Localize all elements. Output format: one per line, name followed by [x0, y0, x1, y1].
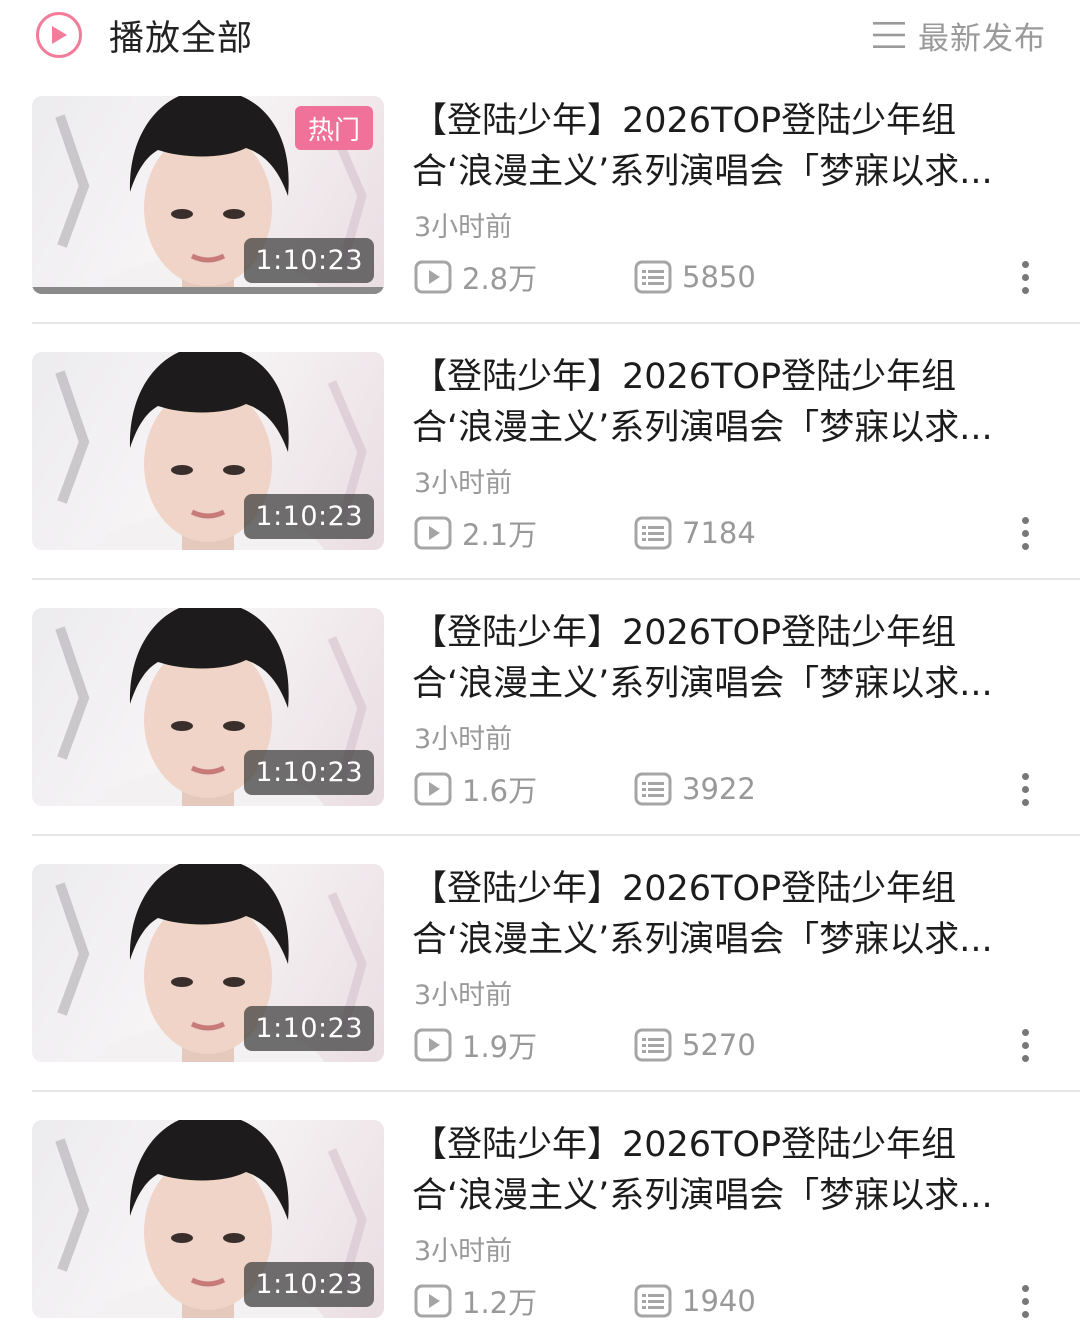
duration-badge: 1:10:23: [244, 494, 374, 539]
video-title-line-2: 合‘浪漫主义’系列演唱会「梦寐以求...: [412, 920, 993, 960]
danmaku-icon: [634, 1284, 672, 1318]
hot-badge: 热门: [295, 106, 373, 150]
more-vertical-icon[interactable]: [1008, 1025, 1042, 1065]
divider: [32, 322, 1080, 324]
danmaku-icon: [634, 772, 672, 806]
video-title-line-2: 合‘浪漫主义’系列演唱会「梦寐以求...: [412, 1176, 993, 1216]
more-vertical-icon[interactable]: [1008, 1281, 1042, 1321]
view-count: 1.9万: [414, 1025, 537, 1065]
play-all-label: 播放全部: [109, 18, 254, 59]
video-thumbnail[interactable]: 1:10:23: [32, 1120, 384, 1318]
list-lines-icon: [873, 22, 905, 48]
danmaku-count-value: 1940: [682, 1284, 756, 1318]
play-all-button[interactable]: 播放全部: [36, 12, 254, 59]
play-count-icon: [414, 1028, 452, 1062]
video-title[interactable]: 【登陆少年】2026TOP登陆少年组 合‘浪漫主义’系列演唱会「梦寐以求...: [412, 608, 1052, 710]
video-thumbnail[interactable]: 1:10:23: [32, 352, 384, 550]
video-title[interactable]: 【登陆少年】2026TOP登陆少年组 合‘浪漫主义’系列演唱会「梦寐以求...: [412, 96, 1052, 198]
video-title[interactable]: 【登陆少年】2026TOP登陆少年组 合‘浪漫主义’系列演唱会「梦寐以求...: [412, 1120, 1052, 1222]
video-title-line-2: 合‘浪漫主义’系列演唱会「梦寐以求...: [412, 152, 993, 192]
video-title-line-1: 【登陆少年】2026TOP登陆少年组: [412, 1125, 957, 1165]
video-thumbnail[interactable]: 热门 1:10:23: [32, 96, 384, 294]
video-title-line-2: 合‘浪漫主义’系列演唱会「梦寐以求...: [412, 408, 993, 448]
publish-time: 3小时前: [414, 212, 513, 243]
view-count-value: 1.2万: [462, 1286, 538, 1320]
danmaku-count-value: 3922: [682, 772, 756, 806]
video-stats: 1.9万 5270: [414, 1025, 1044, 1065]
view-count-value: 1.9万: [462, 1030, 538, 1064]
view-count: 1.6万: [414, 769, 537, 809]
video-title[interactable]: 【登陆少年】2026TOP登陆少年组 合‘浪漫主义’系列演唱会「梦寐以求...: [412, 864, 1052, 966]
video-title-line-1: 【登陆少年】2026TOP登陆少年组: [412, 101, 957, 141]
danmaku-count: 7184: [634, 513, 756, 553]
video-stats: 1.6万 3922: [414, 769, 1044, 809]
duration-badge: 1:10:23: [244, 238, 374, 283]
sort-button[interactable]: 最新发布: [872, 12, 1046, 58]
video-stats: 2.1万 7184: [414, 513, 1044, 553]
play-count-icon: [414, 772, 452, 806]
view-count-value: 1.6万: [462, 774, 538, 808]
play-count-icon: [414, 260, 452, 294]
view-count: 2.1万: [414, 513, 537, 553]
play-count-icon: [414, 516, 452, 550]
publish-time: 3小时前: [414, 724, 513, 755]
video-item[interactable]: 1:10:23 【登陆少年】2026TOP登陆少年组 合‘浪漫主义’系列演唱会「…: [0, 1120, 1080, 1333]
more-vertical-icon[interactable]: [1008, 513, 1042, 553]
publish-time: 3小时前: [414, 1236, 513, 1267]
danmaku-count-value: 7184: [682, 516, 756, 550]
watch-progress-bar: [32, 287, 384, 294]
view-count-value: 2.1万: [462, 518, 538, 552]
video-title[interactable]: 【登陆少年】2026TOP登陆少年组 合‘浪漫主义’系列演唱会「梦寐以求...: [412, 352, 1052, 454]
sort-label: 最新发布: [918, 20, 1046, 57]
danmaku-icon: [634, 260, 672, 294]
video-stats: 2.8万 5850: [414, 257, 1044, 297]
divider: [32, 1090, 1080, 1092]
danmaku-count: 1940: [634, 1281, 756, 1321]
danmaku-count-value: 5850: [682, 260, 756, 294]
danmaku-count: 5850: [634, 257, 756, 297]
publish-time: 3小时前: [414, 980, 513, 1011]
view-count: 2.8万: [414, 257, 537, 297]
publish-time: 3小时前: [414, 468, 513, 499]
danmaku-icon: [634, 516, 672, 550]
divider: [32, 578, 1080, 580]
play-count-icon: [414, 1284, 452, 1318]
video-list-page: 播放全部 最新发布 热门 1:10:23 【登陆少年】2026TOP登陆少年组 …: [0, 0, 1080, 1333]
video-title-line-1: 【登陆少年】2026TOP登陆少年组: [412, 357, 957, 397]
view-count-value: 2.8万: [462, 262, 538, 296]
divider: [32, 834, 1080, 836]
video-stats: 1.2万 1940: [414, 1281, 1044, 1321]
list-header: 播放全部 最新发布: [0, 0, 1080, 70]
video-title-line-1: 【登陆少年】2026TOP登陆少年组: [412, 869, 957, 909]
video-item[interactable]: 热门 1:10:23 【登陆少年】2026TOP登陆少年组 合‘浪漫主义’系列演…: [0, 96, 1080, 352]
more-vertical-icon[interactable]: [1008, 257, 1042, 297]
video-item[interactable]: 1:10:23 【登陆少年】2026TOP登陆少年组 合‘浪漫主义’系列演唱会「…: [0, 352, 1080, 608]
danmaku-count-value: 5270: [682, 1028, 756, 1062]
play-circle-icon: [36, 12, 82, 58]
video-thumbnail[interactable]: 1:10:23: [32, 608, 384, 806]
view-count: 1.2万: [414, 1281, 537, 1321]
more-vertical-icon[interactable]: [1008, 769, 1042, 809]
video-thumbnail[interactable]: 1:10:23: [32, 864, 384, 1062]
video-title-line-2: 合‘浪漫主义’系列演唱会「梦寐以求...: [412, 664, 993, 704]
video-item[interactable]: 1:10:23 【登陆少年】2026TOP登陆少年组 合‘浪漫主义’系列演唱会「…: [0, 608, 1080, 864]
danmaku-count: 5270: [634, 1025, 756, 1065]
video-title-line-1: 【登陆少年】2026TOP登陆少年组: [412, 613, 957, 653]
danmaku-icon: [634, 1028, 672, 1062]
duration-badge: 1:10:23: [244, 1006, 374, 1051]
danmaku-count: 3922: [634, 769, 756, 809]
video-item[interactable]: 1:10:23 【登陆少年】2026TOP登陆少年组 合‘浪漫主义’系列演唱会「…: [0, 864, 1080, 1120]
duration-badge: 1:10:23: [244, 750, 374, 795]
duration-badge: 1:10:23: [244, 1262, 374, 1307]
